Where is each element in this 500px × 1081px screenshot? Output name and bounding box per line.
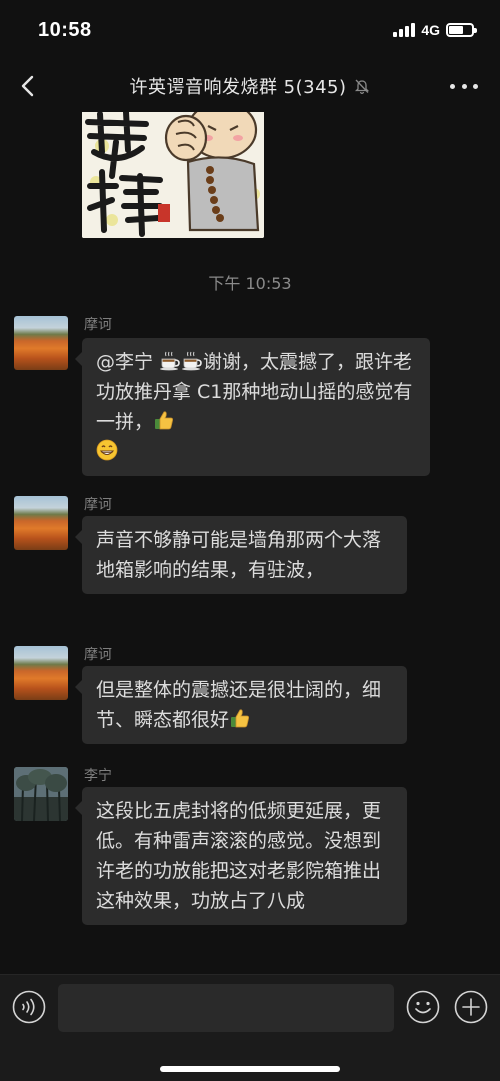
avatar[interactable]: [14, 767, 68, 821]
monk-thumbs-up-sticker: [82, 112, 264, 238]
battery-level: [449, 26, 464, 34]
more-dot: [461, 83, 467, 89]
home-indicator[interactable]: [160, 1066, 340, 1072]
more-functions-button[interactable]: [454, 990, 488, 1024]
chevron-left-icon: [21, 75, 34, 97]
time-divider: 下午 10:53: [208, 274, 292, 293]
network-type: 4G: [421, 22, 440, 38]
message-input[interactable]: [58, 984, 394, 1032]
status-time: 10:58: [38, 18, 92, 41]
chat-title-group: 许英谔音响发烧群 5(345): [129, 73, 370, 99]
sender-name: 摩诃: [84, 497, 112, 513]
coffee-emoji-icon: [182, 351, 202, 371]
chat-title: 许英谔音响发烧群 5(345): [129, 77, 347, 98]
more-button[interactable]: [450, 74, 478, 98]
tree-landscape-image: [14, 767, 68, 821]
bell-slash-icon: [354, 79, 369, 95]
grin-emoji-icon: [96, 439, 118, 461]
avatar[interactable]: [14, 496, 68, 550]
sender-name: 李宁: [84, 768, 112, 784]
message-list[interactable]: 下午 10:53 摩诃 @李宁 谢谢，太震撼了，跟许老功放推丹拿 C1那种地动山…: [0, 112, 500, 974]
thumbs-up-emoji-icon: [231, 709, 250, 728]
message-bubble[interactable]: 声音不够静可能是墙角那两个大落地箱影响的结果，有驻波，: [75, 516, 407, 594]
message-text: 声音不够静可能是墙角那两个大落地箱影响的结果，有驻波，: [96, 529, 382, 581]
avatar[interactable]: [14, 646, 68, 700]
sticker-image[interactable]: [82, 112, 264, 238]
coffee-emoji-icon: [160, 351, 180, 371]
battery-icon: [446, 23, 477, 37]
status-indicators: 4G: [393, 22, 477, 38]
signal-icon: [393, 23, 416, 37]
avatar[interactable]: [14, 316, 68, 370]
message-bubble[interactable]: @李宁 谢谢，太震撼了，跟许老功放推丹拿 C1那种地动山摇的感觉有一拼，: [75, 338, 430, 476]
input-bar: [0, 974, 500, 1081]
voice-button[interactable]: [12, 990, 46, 1024]
more-horizontal-icon: [450, 83, 455, 89]
message-bubble[interactable]: 这段比五虎封将的低频更延展，更低。有种雷声滚滚的感觉。没想到许老的功放能把这对老…: [75, 787, 407, 925]
emoji-button[interactable]: [406, 990, 440, 1024]
status-bar: 10:58 4G: [0, 0, 500, 60]
message-text: @李宁: [96, 351, 160, 373]
chat-header: 许英谔音响发烧群 5(345): [0, 60, 500, 112]
thumbs-up-emoji-icon: [155, 411, 174, 430]
plus-circle-icon: [454, 990, 488, 1024]
sender-name: 摩诃: [84, 317, 112, 333]
sender-name: 摩诃: [84, 647, 112, 663]
voice-wave-icon: [12, 990, 46, 1024]
smiley-icon: [406, 990, 440, 1024]
message-bubble[interactable]: 但是整体的震撼还是很壮阔的，细节、瞬态都很好: [75, 666, 407, 744]
message-text: 这段比五虎封将的低频更延展，更低。有种雷声滚滚的感觉。没想到许老的功放能把这对老…: [96, 800, 382, 912]
more-dot: [473, 83, 478, 89]
back-button[interactable]: [14, 70, 44, 102]
